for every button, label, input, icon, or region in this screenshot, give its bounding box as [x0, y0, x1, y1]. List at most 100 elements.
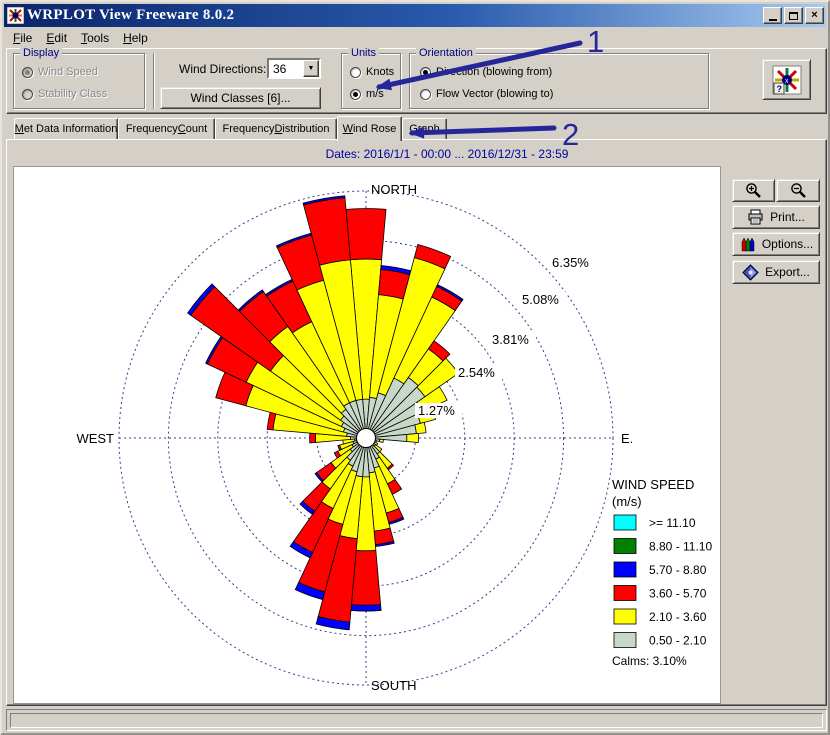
- wind-rose-petal-100-class-2: [379, 439, 383, 442]
- app-logo-icon: [7, 7, 24, 24]
- chevron-down-icon[interactable]: ▼: [303, 60, 319, 77]
- radio-button-flow-vector-blowing-to[interactable]: [420, 89, 431, 100]
- export-icon: [742, 264, 759, 281]
- wind-rose-help-button[interactable]: x ?: [762, 59, 811, 100]
- radio-flow-vector-blowing-to[interactable]: Flow Vector (blowing to): [420, 88, 553, 100]
- wind-rose-petal-80-class-2: [415, 422, 426, 433]
- legend-calms-label: Calms: 3.10%: [612, 654, 687, 668]
- ring-label-2.54%: 2.54%: [458, 365, 495, 380]
- content-panel: Dates: 2016/1/1 - 00:00 ... 2016/12/31 -…: [6, 139, 827, 706]
- options-button[interactable]: Options...: [732, 232, 820, 256]
- radio-label-knots: Knots: [366, 66, 394, 78]
- svg-text:x: x: [785, 78, 789, 85]
- radio-stability-class[interactable]: Stability Class: [22, 88, 107, 100]
- zoom-out-icon: [790, 182, 807, 199]
- tab-row: Met Data InformationFrequency CountFrequ…: [6, 116, 827, 139]
- menu-bar: FileEditToolsHelp: [4, 28, 826, 48]
- radio-direction-blowing-from[interactable]: Direction (blowing from): [420, 66, 552, 78]
- toolbar-divider: [153, 53, 155, 109]
- wind-rose-help-icon: x ?: [772, 65, 802, 95]
- options-button-label: Options...: [762, 237, 813, 251]
- radio-wind-speed[interactable]: Wind Speed: [22, 66, 98, 78]
- zoom-in-icon: [745, 182, 762, 199]
- close-button[interactable]: ×: [805, 7, 824, 24]
- wind-rose-plot: 1.27%2.54%3.81%5.08%6.35%NORTHSOUTHWESTE…: [13, 166, 721, 704]
- menu-help[interactable]: Help: [116, 29, 155, 47]
- title-bar: WRPLOT View Freeware 8.0.2 ×: [4, 4, 826, 27]
- tab-frequency-count[interactable]: Frequency Count: [118, 118, 215, 139]
- units-group-title: Units: [348, 47, 379, 59]
- units-group: Units Knotsm/s: [341, 53, 401, 109]
- minimize-icon: [769, 19, 777, 21]
- radio-m-s[interactable]: m/s: [350, 88, 384, 100]
- compass-label-west: WEST: [76, 431, 114, 446]
- compass-label-e: E.: [621, 431, 633, 446]
- maximize-button[interactable]: [784, 7, 803, 24]
- wind-classes-button-label: Wind Classes [6]...: [190, 91, 290, 105]
- legend-swatch-4: [614, 609, 636, 624]
- zoom-out-button[interactable]: [776, 179, 820, 202]
- legend-class-label-2: 5.70 - 8.80: [649, 563, 707, 577]
- export-button-label: Export...: [765, 265, 810, 279]
- orientation-group-title: Orientation: [416, 47, 476, 59]
- wind-rose-petal-180-class-4: [351, 605, 381, 611]
- display-group: Display Wind SpeedStability Class: [13, 53, 145, 109]
- legend-class-label-0: >= 11.10: [649, 516, 696, 530]
- ring-label-6.35%: 6.35%: [552, 255, 589, 270]
- legend-swatch-1: [614, 539, 636, 554]
- ring-label-3.81%: 3.81%: [492, 332, 529, 347]
- wind-rose-petal-270-class-3: [310, 433, 316, 443]
- radio-button-direction-blowing-from[interactable]: [420, 67, 431, 78]
- ring-label-5.08%: 5.08%: [522, 292, 559, 307]
- wind-rose-petal-90-class-2: [407, 433, 419, 442]
- print-button[interactable]: Print...: [732, 205, 820, 229]
- wind-directions-value: 36: [269, 62, 303, 76]
- maximize-icon: [789, 12, 798, 20]
- display-group-title: Display: [20, 47, 62, 59]
- radio-label-m-s: m/s: [366, 88, 384, 100]
- legend-class-label-1: 8.80 - 11.10: [649, 540, 712, 554]
- radio-button-stability-class[interactable]: [22, 89, 33, 100]
- window-title: WRPLOT View Freeware 8.0.2: [27, 7, 763, 24]
- print-icon: [747, 209, 764, 226]
- radio-button-wind-speed[interactable]: [22, 67, 33, 78]
- status-bar: [6, 709, 827, 731]
- menu-file[interactable]: File: [6, 29, 39, 47]
- export-button[interactable]: Export...: [732, 260, 820, 284]
- calms-center-hole: [357, 429, 376, 448]
- legend-swatch-2: [614, 562, 636, 577]
- wind-rose-petal-0-class-3: [346, 209, 386, 260]
- radio-button-m-s[interactable]: [350, 89, 361, 100]
- options-icon: [739, 236, 756, 253]
- menu-edit[interactable]: Edit: [39, 29, 74, 47]
- legend-swatch-5: [614, 633, 636, 648]
- legend-title: WIND SPEED: [612, 477, 694, 492]
- tab-wind-rose[interactable]: Wind Rose: [337, 116, 402, 141]
- radio-label-stability-class: Stability Class: [38, 88, 107, 100]
- toolbar-panel: Display Wind SpeedStability Class Wind D…: [6, 48, 827, 114]
- svg-text:?: ?: [776, 84, 782, 94]
- compass-label-south: SOUTH: [371, 678, 417, 693]
- minimize-button[interactable]: [763, 7, 782, 24]
- radio-label-flow-vector-blowing-to: Flow Vector (blowing to): [436, 88, 553, 100]
- legend-subtitle: (m/s): [612, 494, 642, 509]
- app-window: WRPLOT View Freeware 8.0.2 × FileEditToo…: [0, 0, 830, 735]
- zoom-in-button[interactable]: [732, 179, 775, 202]
- menu-tools[interactable]: Tools: [74, 29, 116, 47]
- print-button-label: Print...: [770, 210, 805, 224]
- orientation-group: Orientation Direction (blowing from)Flow…: [409, 53, 709, 109]
- close-icon: ×: [811, 9, 817, 22]
- legend-class-label-4: 2.10 - 3.60: [649, 610, 707, 624]
- tab-met-data-information[interactable]: Met Data Information: [14, 118, 118, 139]
- legend-swatch-0: [614, 515, 636, 530]
- legend-swatch-3: [614, 586, 636, 601]
- legend-class-label-3: 3.60 - 5.70: [649, 587, 707, 601]
- radio-knots[interactable]: Knots: [350, 66, 394, 78]
- wind-classes-button[interactable]: Wind Classes [6]...: [160, 87, 321, 109]
- tab-graph[interactable]: Graph: [402, 118, 447, 139]
- tab-frequency-distribution[interactable]: Frequency Distribution: [215, 118, 337, 139]
- radio-button-knots[interactable]: [350, 67, 361, 78]
- radio-label-wind-speed: Wind Speed: [38, 66, 98, 78]
- legend-class-label-5: 0.50 - 2.10: [649, 634, 707, 648]
- wind-directions-select[interactable]: 36 ▼: [267, 58, 321, 79]
